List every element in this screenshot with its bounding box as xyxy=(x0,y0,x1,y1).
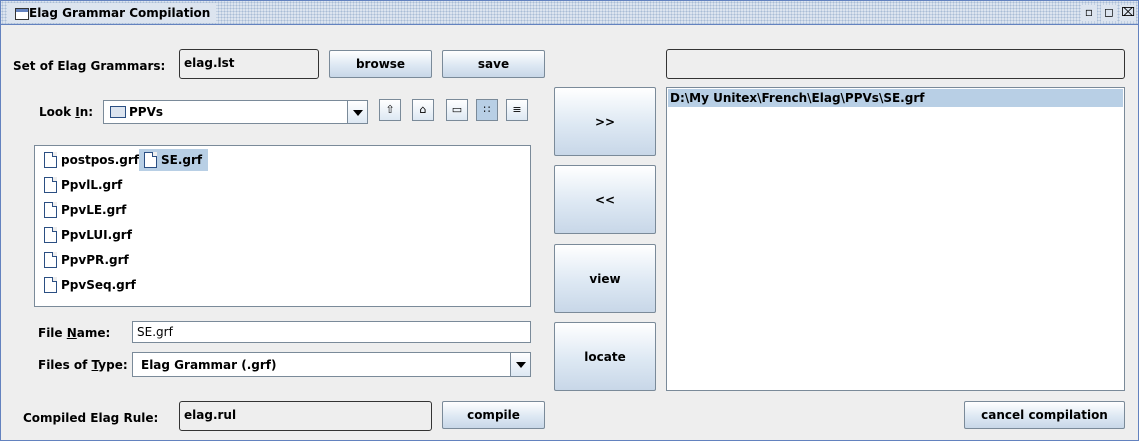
minimize-icon[interactable]: ▫ xyxy=(1081,5,1097,21)
list-item[interactable]: PpvlL.grf xyxy=(39,174,122,196)
file-icon xyxy=(44,277,57,293)
files-of-type-value: Elag Grammar (.grf) xyxy=(141,358,277,372)
grammars-field[interactable]: elag.lst xyxy=(179,49,319,79)
list-item[interactable]: PpvSeq.grf xyxy=(39,274,136,296)
look-in-label: Look In: xyxy=(39,105,94,119)
selected-grammars-list[interactable]: D:\My Unitex\French\Elag\PPVs\SE.grf xyxy=(666,87,1125,391)
details-view-icon[interactable]: ≡ xyxy=(506,99,528,121)
list-item[interactable]: PpvPR.grf xyxy=(39,249,129,271)
list-item-selected[interactable]: SE.grf xyxy=(139,149,209,171)
compiled-rule-field[interactable]: elag.rul xyxy=(179,401,432,431)
up-folder-icon[interactable]: ⇧ xyxy=(379,99,401,121)
title-bar[interactable]: Elag Grammar Compilation ▫ ◻ ⌧ xyxy=(1,1,1138,25)
locate-button[interactable]: locate xyxy=(554,322,656,391)
selected-path-field[interactable] xyxy=(666,49,1125,79)
files-of-type-label: Files of Type: xyxy=(38,358,128,372)
files-of-type-combo[interactable]: Elag Grammar (.grf) xyxy=(132,352,531,377)
look-in-value: PPVs xyxy=(129,105,164,119)
remove-button[interactable]: << xyxy=(554,165,656,234)
chevron-down-icon[interactable] xyxy=(347,101,367,123)
file-icon xyxy=(44,152,57,168)
cancel-compilation-button[interactable]: cancel compilation xyxy=(964,401,1125,429)
file-icon xyxy=(44,177,57,193)
file-icon xyxy=(144,152,157,168)
view-button[interactable]: view xyxy=(554,244,656,313)
window-icon xyxy=(15,8,29,20)
maximize-icon[interactable]: ◻ xyxy=(1101,5,1117,21)
grammars-label: Set of Elag Grammars: xyxy=(13,59,166,73)
home-icon[interactable]: ⌂ xyxy=(412,99,434,121)
file-name-label: File Name: xyxy=(38,326,111,340)
compiled-rule-label: Compiled Elag Rule: xyxy=(23,411,159,425)
close-icon[interactable]: ⌧ xyxy=(1120,5,1136,21)
list-item[interactable]: postpos.grf xyxy=(39,149,139,171)
list-item[interactable]: PpvLE.grf xyxy=(39,199,126,221)
list-view-icon[interactable]: ∷ xyxy=(476,99,498,121)
browse-button[interactable]: browse xyxy=(329,50,432,78)
window-title-text: Elag Grammar Compilation xyxy=(29,6,211,20)
chevron-down-icon[interactable] xyxy=(510,353,530,376)
elag-compilation-window: Elag Grammar Compilation ▫ ◻ ⌧ Set of El… xyxy=(0,0,1139,441)
compile-button[interactable]: compile xyxy=(442,401,545,429)
new-folder-icon[interactable]: ▭ xyxy=(446,99,468,121)
list-item-selected[interactable]: D:\My Unitex\French\Elag\PPVs\SE.grf xyxy=(668,89,1123,107)
folder-icon xyxy=(110,106,126,118)
list-item[interactable]: PpvLUI.grf xyxy=(39,224,132,246)
look-in-combo[interactable]: PPVs xyxy=(103,100,368,124)
window-title: Elag Grammar Compilation xyxy=(7,3,217,23)
file-icon xyxy=(44,227,57,243)
file-icon xyxy=(44,202,57,218)
save-button[interactable]: save xyxy=(442,50,545,78)
file-list[interactable]: postpos.grf SE.grf PpvlL.grf PpvLE.grf P… xyxy=(34,145,531,307)
add-button[interactable]: >> xyxy=(554,87,656,156)
file-icon xyxy=(44,252,57,268)
file-name-input[interactable]: SE.grf xyxy=(132,321,531,343)
